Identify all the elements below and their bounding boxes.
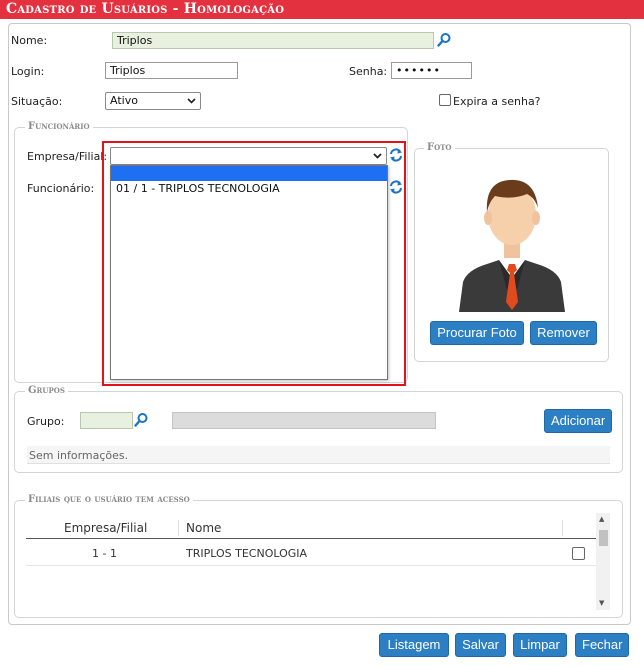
situacao-label: Situação: bbox=[11, 95, 63, 108]
col-header-nome: Nome bbox=[186, 521, 222, 535]
chevron-down-icon bbox=[187, 93, 196, 115]
cell-empresa-filial: 1 - 1 bbox=[92, 547, 117, 560]
salvar-button[interactable]: Salvar bbox=[455, 633, 506, 657]
nome-search-icon[interactable] bbox=[436, 32, 452, 48]
grupo-name-field bbox=[172, 412, 436, 429]
fechar-button[interactable]: Fechar bbox=[575, 633, 629, 657]
listagem-button[interactable]: Listagem bbox=[379, 633, 449, 657]
row-checkbox[interactable] bbox=[572, 547, 585, 560]
avatar bbox=[447, 160, 577, 312]
nome-label: Nome: bbox=[11, 34, 48, 47]
cell-nome: TRIPLOS TECNOLOGIA bbox=[186, 547, 308, 560]
login-field[interactable]: Triplos bbox=[105, 62, 238, 79]
empresa-label: Empresa/Filial: bbox=[27, 150, 108, 163]
grupos-empty-text: Sem informações. bbox=[29, 449, 129, 462]
senha-label: Senha: bbox=[349, 65, 388, 78]
funcionario-label: Funcionário: bbox=[27, 182, 95, 195]
situacao-value: Ativo bbox=[110, 94, 138, 107]
grupos-empty-row: Sem informações. bbox=[27, 446, 610, 464]
grupo-label: Grupo: bbox=[27, 415, 65, 428]
col-header-empresa-filial: Empresa/Filial bbox=[64, 521, 148, 535]
scroll-up-icon[interactable]: ▲ bbox=[599, 515, 604, 523]
nome-field[interactable]: Triplos bbox=[112, 32, 434, 49]
adicionar-button[interactable]: Adicionar bbox=[544, 409, 612, 433]
grupos-legend: Grupos bbox=[25, 385, 68, 396]
foto-legend: Foto bbox=[424, 142, 455, 153]
expira-label: Expira a senha? bbox=[453, 95, 541, 108]
procurar-foto-button[interactable]: Procurar Foto bbox=[430, 321, 524, 345]
situacao-select[interactable]: Ativo bbox=[105, 92, 201, 110]
senha-field[interactable]: •••••• bbox=[391, 62, 472, 79]
expira-checkbox[interactable] bbox=[439, 94, 451, 106]
funcionario-legend: Funcionário bbox=[25, 121, 93, 132]
filiais-table: Empresa/Filial Nome 1 - 1 TRIPLOS TECNOL… bbox=[21, 513, 610, 610]
filiais-legend: Filiais que o usuário tem acesso bbox=[25, 494, 193, 505]
window-title: Cadastro de Usuários - Homologação bbox=[0, 0, 644, 19]
scroll-down-icon[interactable]: ▼ bbox=[599, 599, 604, 607]
filiais-scrollbar[interactable]: ▲ ▼ bbox=[596, 513, 610, 610]
limpar-button[interactable]: Limpar bbox=[513, 633, 567, 657]
login-label: Login: bbox=[11, 65, 45, 78]
filiais-table-header: Empresa/Filial Nome bbox=[26, 517, 596, 539]
scroll-thumb[interactable] bbox=[599, 530, 608, 546]
table-row: 1 - 1 TRIPLOS TECNOLOGIA bbox=[26, 540, 596, 566]
highlight-callout bbox=[102, 141, 406, 386]
grupo-search-icon[interactable] bbox=[133, 412, 149, 428]
remover-button[interactable]: Remover bbox=[530, 321, 597, 345]
grupo-code-field[interactable] bbox=[80, 412, 133, 429]
